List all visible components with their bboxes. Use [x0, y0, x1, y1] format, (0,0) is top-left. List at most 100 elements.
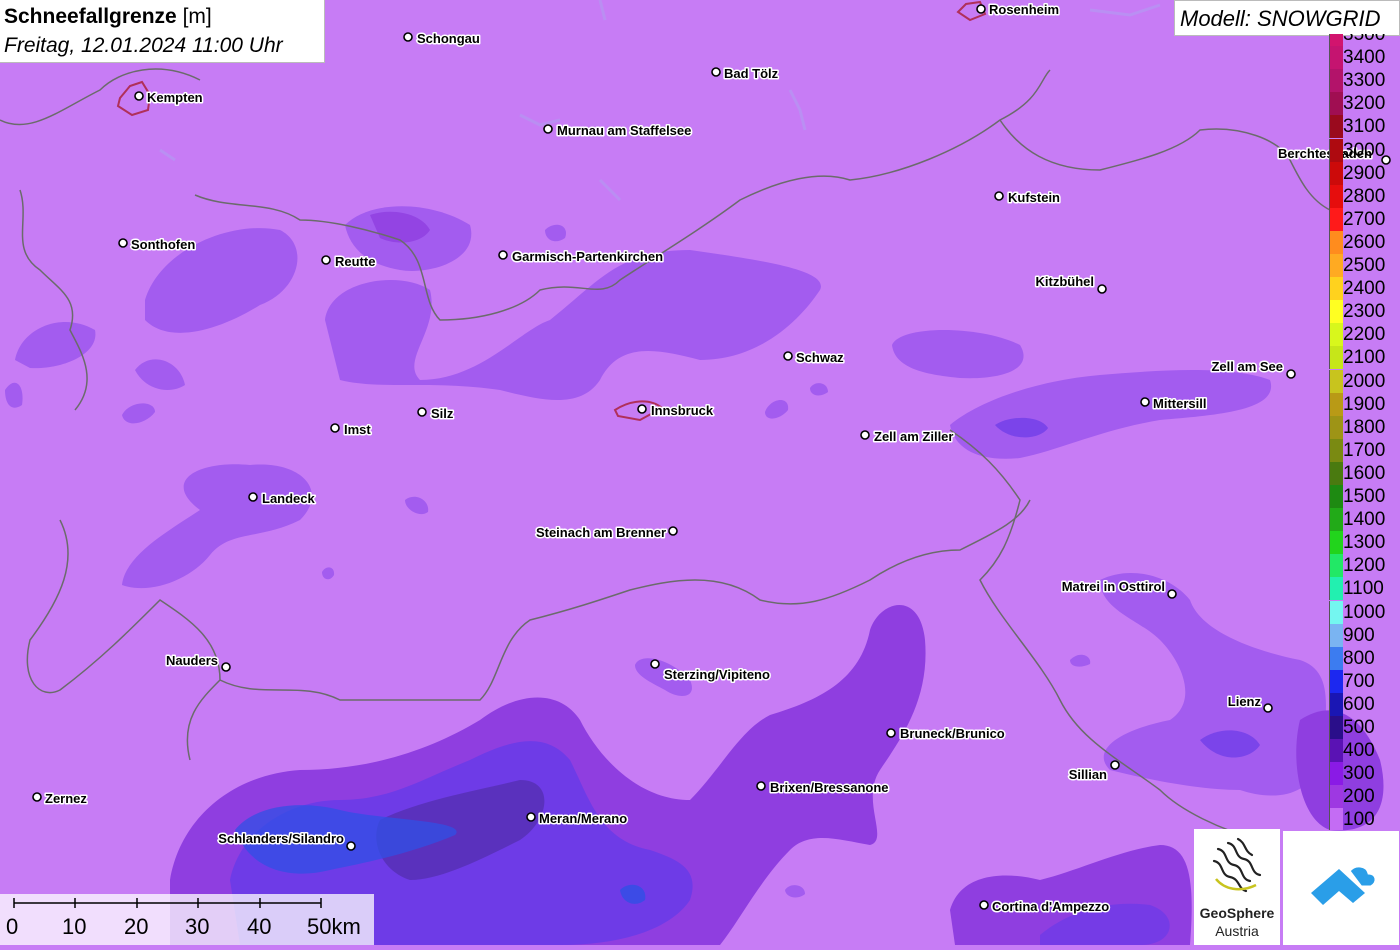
- scale-tick-10: 10: [62, 914, 87, 939]
- legend-label-3200: 3200: [1343, 93, 1386, 115]
- legend-swatch-2800: [1329, 184, 1343, 208]
- city-cortina-d-ampezzo[interactable]: Cortina d'Ampezzo: [979, 898, 1111, 916]
- city-label: Garmisch-Partenkirchen: [512, 249, 663, 264]
- city-label: Bruneck/Brunico: [900, 726, 1005, 741]
- legend-swatch-1400: [1329, 508, 1343, 532]
- legend-swatch-1800: [1329, 415, 1343, 439]
- legend-label-1500: 1500: [1343, 486, 1386, 507]
- legend-label-2800: 2800: [1343, 185, 1386, 207]
- city-dot: [637, 404, 647, 414]
- legend-label-2000: 2000: [1343, 370, 1386, 392]
- city-dot: [994, 191, 1004, 201]
- legend-label-1000: 1000: [1343, 601, 1386, 623]
- model-box: Modell: SNOWGRID: [1174, 0, 1400, 36]
- legend-swatch-2900: [1329, 161, 1343, 185]
- legend-swatch-1100: [1329, 577, 1343, 601]
- legend-swatch-2200: [1329, 323, 1343, 347]
- city-dot: [526, 812, 536, 822]
- city-dot: [32, 792, 42, 802]
- city-meran-merano[interactable]: Meran/Merano: [526, 810, 629, 828]
- legend-label-2200: 2200: [1343, 324, 1386, 346]
- city-murnau-am-staffelsee[interactable]: Murnau am Staffelsee: [543, 122, 693, 140]
- legend-swatch-200: [1329, 785, 1343, 809]
- legend-label-3300: 3300: [1343, 70, 1386, 92]
- city-label: Silz: [431, 406, 454, 421]
- snowfall-map[interactable]: Rosenheim Schongau Bad Tölz Kempten Murnau a…: [0, 0, 1400, 945]
- city-dot: [543, 124, 553, 134]
- city-label: Schwaz: [796, 350, 844, 365]
- city-label: Murnau am Staffelsee: [557, 123, 691, 138]
- legend-swatch-2100: [1329, 346, 1343, 370]
- city-dot: [756, 781, 766, 791]
- city-rosenheim[interactable]: Rosenheim: [976, 1, 1061, 19]
- scale-tick-30: 30: [185, 914, 210, 939]
- legend-swatch-3400: [1329, 46, 1343, 70]
- legend-label-100: 100: [1343, 809, 1375, 830]
- city-dot: [1097, 284, 1107, 294]
- legend-swatch-1200: [1329, 554, 1343, 578]
- legend-swatch-3200: [1329, 92, 1343, 116]
- scale-tick-50: 50km: [307, 914, 361, 939]
- city-dot: [886, 728, 896, 738]
- city-zell-am-ziller[interactable]: Zell am Ziller: [860, 428, 955, 446]
- legend-swatch-100: [1329, 808, 1343, 830]
- city-label: Nauders: [166, 653, 218, 668]
- city-dot: [1140, 397, 1150, 407]
- city-dot: [330, 423, 340, 433]
- legend-label-3500: 3500: [1343, 34, 1386, 45]
- scale-bar: 0 10 20 30 40 50km: [0, 894, 374, 945]
- legend-swatch-800: [1329, 646, 1343, 670]
- legend-swatch-500: [1329, 716, 1343, 740]
- geosphere-logo-line2: Austria: [1215, 923, 1259, 939]
- weather-app-logo[interactable]: [1283, 831, 1399, 945]
- city-dot: [321, 255, 331, 265]
- scale-tick-40: 40: [247, 914, 272, 939]
- city-dot: [979, 900, 989, 910]
- city-label: Meran/Merano: [539, 811, 627, 826]
- city-label: Kitzbühel: [1036, 274, 1095, 289]
- legend-swatch-600: [1329, 692, 1343, 716]
- city-dot: [134, 91, 144, 101]
- scale-tick-0: 0: [6, 914, 19, 939]
- legend-swatch-900: [1329, 623, 1343, 647]
- city-bruneck-brunico[interactable]: Bruneck/Brunico: [886, 725, 1006, 743]
- legend-swatch-2700: [1329, 207, 1343, 231]
- city-label: Kempten: [147, 90, 203, 105]
- city-dot: [1110, 760, 1120, 770]
- city-label: Lienz: [1228, 694, 1262, 709]
- geosphere-emblem-icon: [1212, 837, 1262, 893]
- city-dot: [860, 430, 870, 440]
- city-brixen-bressanone[interactable]: Brixen/Bressanone: [756, 779, 890, 797]
- city-label: Zernez: [45, 791, 87, 806]
- legend-swatch-400: [1329, 739, 1343, 763]
- city-label: Steinach am Brenner: [536, 525, 666, 540]
- city-garmisch-partenkirchen[interactable]: Garmisch-Partenkirchen: [498, 248, 665, 266]
- city-label: Landeck: [262, 491, 316, 506]
- legend-swatch-2600: [1329, 230, 1343, 254]
- legend-label-3000: 3000: [1343, 139, 1386, 161]
- geosphere-logo[interactable]: GeoSphere Austria: [1194, 829, 1280, 945]
- city-label: Zell am See: [1211, 359, 1283, 374]
- city-dot: [1263, 703, 1273, 713]
- city-label: Schongau: [417, 31, 480, 46]
- legend-swatch-2300: [1329, 300, 1343, 324]
- city-label: Innsbruck: [651, 403, 714, 418]
- legend-label-1900: 1900: [1343, 393, 1386, 415]
- city-label: Matrei in Osttirol: [1062, 579, 1165, 594]
- city-label: Sillian: [1069, 767, 1107, 782]
- city-label: Sterzing/Vipiteno: [664, 667, 770, 682]
- city-steinach-am-brenner[interactable]: Steinach am Brenner: [534, 524, 678, 542]
- legend-swatch-1000: [1329, 600, 1343, 624]
- city-dot: [1167, 589, 1177, 599]
- legend-label-2900: 2900: [1343, 162, 1386, 184]
- legend-label-300: 300: [1343, 763, 1375, 785]
- city-sonthofen[interactable]: Sonthofen: [118, 236, 197, 254]
- legend-swatch-3500: [1329, 34, 1343, 47]
- city-label: Zell am Ziller: [874, 429, 953, 444]
- legend-swatch-1300: [1329, 531, 1343, 555]
- city-dot: [403, 32, 413, 42]
- legend-label-900: 900: [1343, 624, 1375, 646]
- legend-label-2400: 2400: [1343, 278, 1386, 300]
- legend-label-2500: 2500: [1343, 255, 1386, 276]
- city-label: Bad Tölz: [724, 66, 779, 81]
